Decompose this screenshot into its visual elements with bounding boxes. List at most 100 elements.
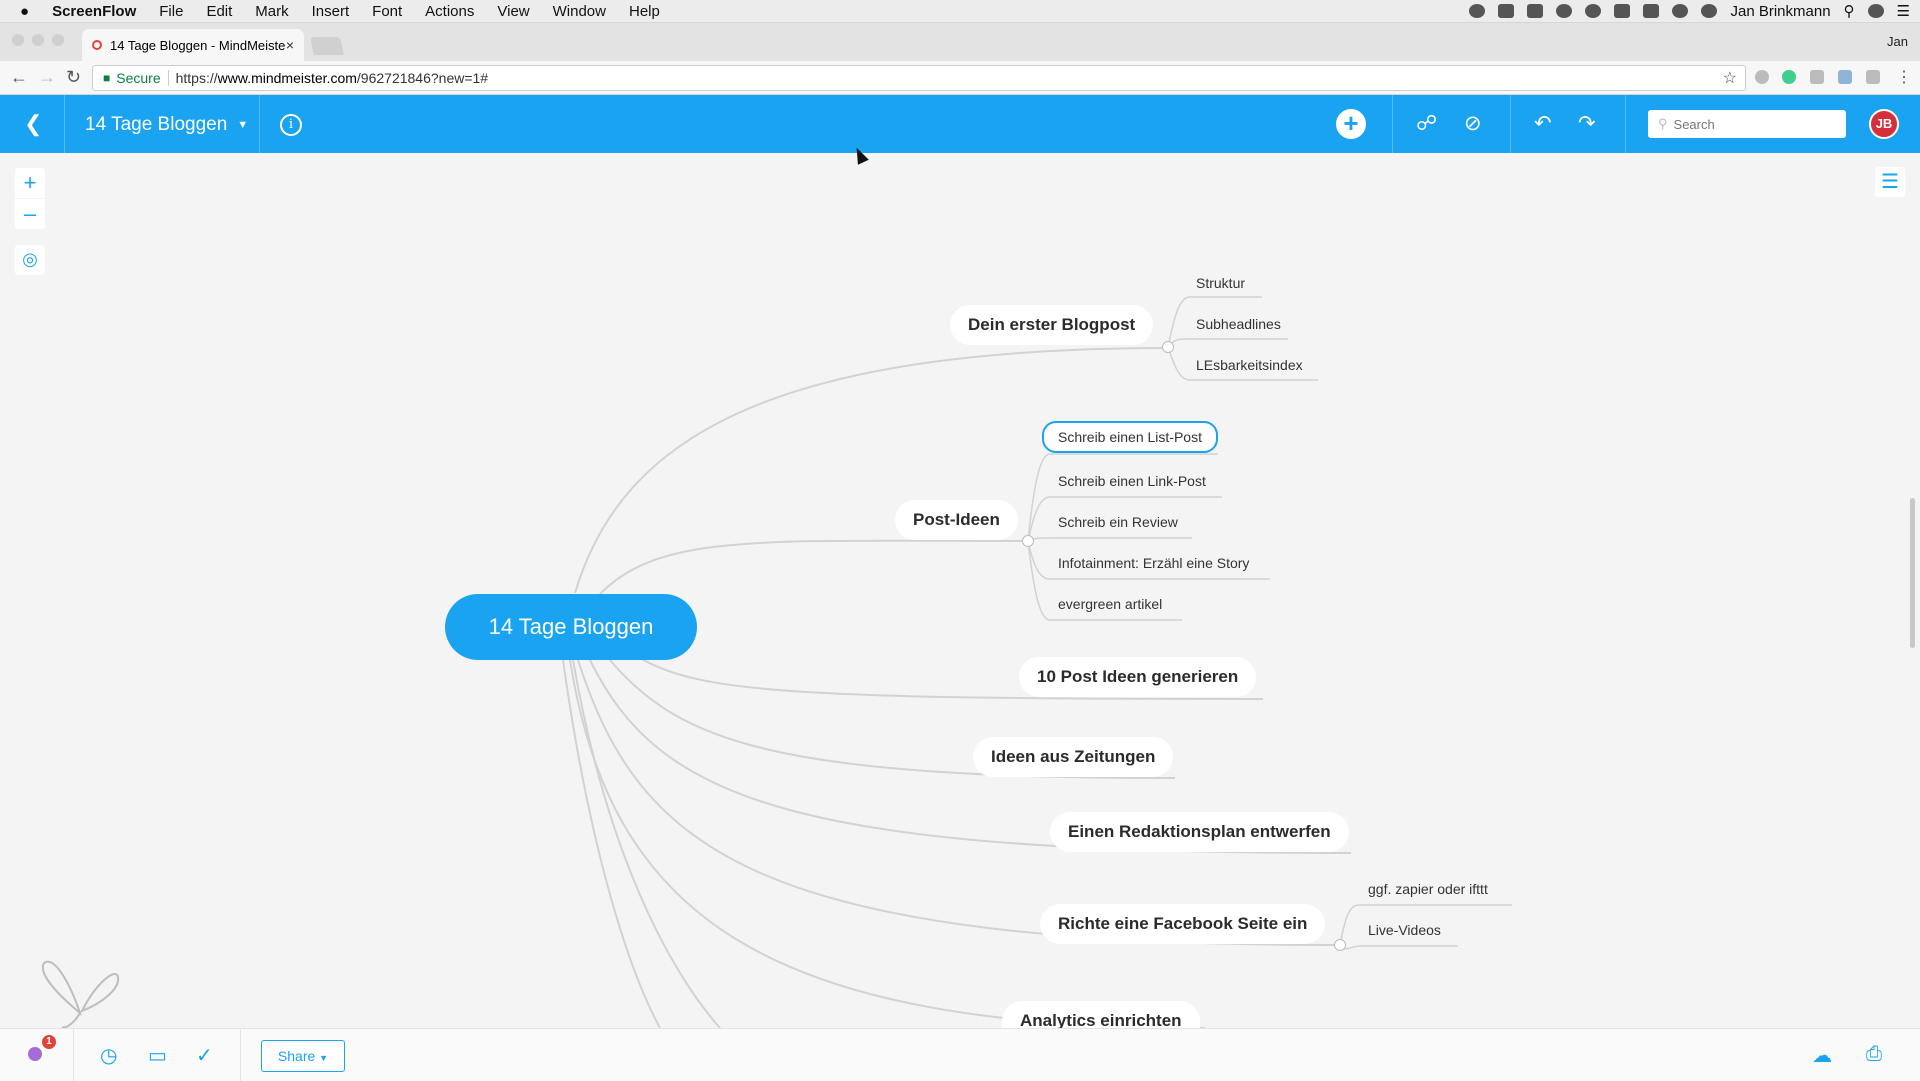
tray-onepassword-icon[interactable] bbox=[1585, 4, 1602, 18]
menu-actions[interactable]: Actions bbox=[425, 3, 474, 20]
tray-record-icon[interactable] bbox=[1469, 4, 1486, 18]
toolbar-divider bbox=[64, 95, 65, 153]
map-title-dropdown[interactable]: 14 Tage Bloggen ▼ bbox=[85, 114, 248, 136]
presentation-icon[interactable]: ▭ bbox=[148, 1043, 167, 1068]
menu-window[interactable]: Window bbox=[553, 3, 606, 20]
extension-green-icon[interactable] bbox=[1782, 70, 1796, 84]
tray-timemachine-icon[interactable] bbox=[1701, 4, 1718, 18]
browser-tab[interactable]: 14 Tage Bloggen - MindMeiste × bbox=[82, 29, 304, 61]
node-dein-erster-blogpost[interactable]: Dein erster Blogpost bbox=[950, 305, 1154, 345]
extension-gray-icon[interactable] bbox=[1866, 70, 1880, 84]
menu-help[interactable]: Help bbox=[629, 3, 660, 20]
child-live-videos[interactable]: Live-Videos bbox=[1352, 915, 1457, 945]
back-arrow-icon[interactable]: ← bbox=[10, 67, 28, 88]
sidebar-menu-icon[interactable]: ☰ bbox=[1875, 167, 1905, 197]
tray-screen-icon[interactable] bbox=[1498, 4, 1515, 18]
child-link-post[interactable]: Schreib einen Link-Post bbox=[1042, 466, 1222, 496]
search-box[interactable]: ⚲ bbox=[1648, 110, 1846, 138]
connector-facebook bbox=[577, 659, 1341, 946]
child-subheadlines[interactable]: Subheadlines bbox=[1180, 309, 1297, 339]
tasks-check-icon[interactable]: ✓ bbox=[196, 1043, 213, 1068]
toolbar-divider bbox=[1625, 95, 1626, 153]
menu-file[interactable]: File bbox=[159, 3, 183, 20]
mac-menu-bar: ● ScreenFlow File Edit Mark Insert Font … bbox=[0, 0, 1920, 23]
butterfly-logo-icon bbox=[41, 960, 120, 1029]
address-bar[interactable]: ■ Secure https://www.mindmeister.com/962… bbox=[92, 65, 1746, 91]
back-chevron-icon[interactable]: ❮ bbox=[24, 111, 42, 137]
center-map-icon[interactable]: ◎ bbox=[15, 245, 45, 275]
search-input[interactable] bbox=[1671, 115, 1826, 133]
extension-puzzle-icon[interactable] bbox=[1810, 70, 1824, 84]
child-list-post-selected[interactable]: Schreib einen List-Post bbox=[1042, 421, 1218, 453]
tray-shield-icon[interactable] bbox=[1672, 4, 1689, 18]
node-ideen-aus-zeitungen[interactable]: Ideen aus Zeitungen bbox=[973, 737, 1174, 777]
collapse-knob[interactable] bbox=[1334, 939, 1346, 951]
user-avatar[interactable]: JB bbox=[1869, 109, 1899, 139]
cloud-download-icon[interactable]: ☁ bbox=[1812, 1043, 1832, 1068]
forward-arrow-icon[interactable]: → bbox=[38, 67, 56, 88]
menu-user-name[interactable]: Jan Brinkmann bbox=[1730, 3, 1830, 20]
collapse-knob[interactable] bbox=[1022, 535, 1034, 547]
child-infotainment[interactable]: Infotainment: Erzähl eine Story bbox=[1042, 548, 1265, 578]
no-style-icon[interactable]: ⊘ bbox=[1464, 111, 1482, 136]
window-close-button[interactable] bbox=[12, 34, 24, 46]
bookmark-star-icon[interactable]: ☆ bbox=[1723, 68, 1737, 88]
connector-subheadlines bbox=[1167, 338, 1288, 348]
extension-onepassword-icon[interactable] bbox=[1755, 70, 1769, 84]
menu-font[interactable]: Font bbox=[372, 3, 402, 20]
node-post-ideen[interactable]: Post-Ideen bbox=[895, 500, 1018, 540]
extension-blue-icon[interactable] bbox=[1838, 70, 1852, 84]
connector-offscreen-1 bbox=[562, 659, 661, 1028]
browser-menu-icon[interactable]: ⋮ bbox=[1896, 67, 1912, 87]
child-lesbarkeitsindex[interactable]: LEsbarkeitsindex bbox=[1180, 350, 1319, 380]
node-10-post-ideen-generieren[interactable]: 10 Post Ideen generieren bbox=[1019, 657, 1257, 697]
tab-close-icon[interactable]: × bbox=[286, 37, 294, 53]
browser-profile-name[interactable]: Jan bbox=[1887, 34, 1908, 49]
child-zapier-ifttt[interactable]: ggf. zapier oder ifttt bbox=[1352, 874, 1504, 904]
redo-icon[interactable]: ↷ bbox=[1578, 111, 1596, 136]
node-redaktionsplan[interactable]: Einen Redaktionsplan entwerfen bbox=[1050, 812, 1349, 852]
add-node-button[interactable]: + bbox=[1336, 109, 1366, 139]
child-struktur[interactable]: Struktur bbox=[1180, 268, 1261, 298]
caret-down-icon: ▼ bbox=[237, 119, 249, 131]
new-tab-button[interactable] bbox=[310, 37, 344, 55]
print-icon[interactable]: ⎙ bbox=[1866, 1043, 1882, 1066]
undo-icon[interactable]: ↶ bbox=[1534, 111, 1552, 136]
menu-insert[interactable]: Insert bbox=[312, 3, 350, 20]
help-icon[interactable] bbox=[28, 1047, 42, 1061]
tray-dropbox-icon[interactable] bbox=[1527, 4, 1544, 18]
mindmap-canvas[interactable]: + – ◎ ☰ 14 Tage Bloggen Dein erster Blog… bbox=[0, 153, 1920, 1030]
history-icon[interactable]: ◷ bbox=[100, 1043, 117, 1068]
siri-icon[interactable] bbox=[1867, 4, 1884, 18]
node-analytics-einrichten[interactable]: Analytics einrichten bbox=[1002, 1001, 1200, 1030]
child-evergreen-artikel[interactable]: evergreen artikel bbox=[1042, 589, 1178, 619]
root-node[interactable]: 14 Tage Bloggen bbox=[445, 594, 697, 660]
window-zoom-button[interactable] bbox=[52, 34, 64, 46]
menu-view[interactable]: View bbox=[497, 3, 529, 20]
apple-menu-icon[interactable]: ● bbox=[20, 3, 29, 20]
child-review[interactable]: Schreib ein Review bbox=[1042, 507, 1194, 537]
share-button[interactable]: Share ▼ bbox=[261, 1040, 345, 1072]
notification-badge: 1 bbox=[42, 1035, 56, 1049]
url-text: https://www.mindmeister.com/962721846?ne… bbox=[176, 70, 488, 86]
spotlight-icon[interactable]: ⚲ bbox=[1844, 2, 1855, 20]
toolbar-divider bbox=[259, 95, 260, 153]
node-facebook-seite[interactable]: Richte eine Facebook Seite ein bbox=[1040, 904, 1326, 944]
vertical-scrollbar[interactable] bbox=[1910, 498, 1915, 648]
menu-mark[interactable]: Mark bbox=[255, 3, 288, 20]
tray-evernote-icon[interactable] bbox=[1643, 4, 1660, 18]
menu-edit[interactable]: Edit bbox=[206, 3, 232, 20]
reload-icon[interactable]: ↻ bbox=[66, 67, 81, 88]
url-path: /962721846?new=1# bbox=[356, 70, 489, 86]
tray-plus-icon[interactable] bbox=[1614, 4, 1631, 18]
browser-tab-bar: 14 Tage Bloggen - MindMeiste × Jan bbox=[0, 23, 1920, 61]
zoom-in-button[interactable]: + bbox=[15, 168, 45, 198]
notification-center-icon[interactable]: ☰ bbox=[1897, 2, 1910, 20]
zoom-out-button[interactable]: – bbox=[15, 199, 45, 229]
window-minimize-button[interactable] bbox=[32, 34, 44, 46]
menu-app-name[interactable]: ScreenFlow bbox=[52, 3, 136, 20]
info-icon[interactable]: i bbox=[280, 114, 302, 136]
tray-cloud-icon[interactable] bbox=[1556, 4, 1573, 18]
collapse-knob[interactable] bbox=[1162, 341, 1174, 353]
connect-icon[interactable]: ☍ bbox=[1416, 111, 1437, 136]
